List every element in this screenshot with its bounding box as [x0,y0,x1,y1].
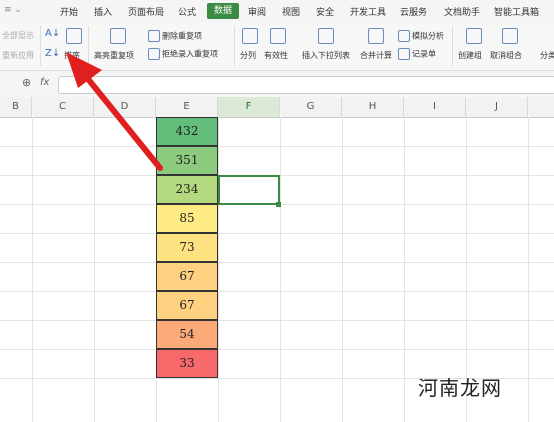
arrow-shaft [81,71,163,171]
annotation-arrow [66,52,163,171]
watermark: 河南龙网 [418,376,502,400]
arrow-head [66,52,102,88]
